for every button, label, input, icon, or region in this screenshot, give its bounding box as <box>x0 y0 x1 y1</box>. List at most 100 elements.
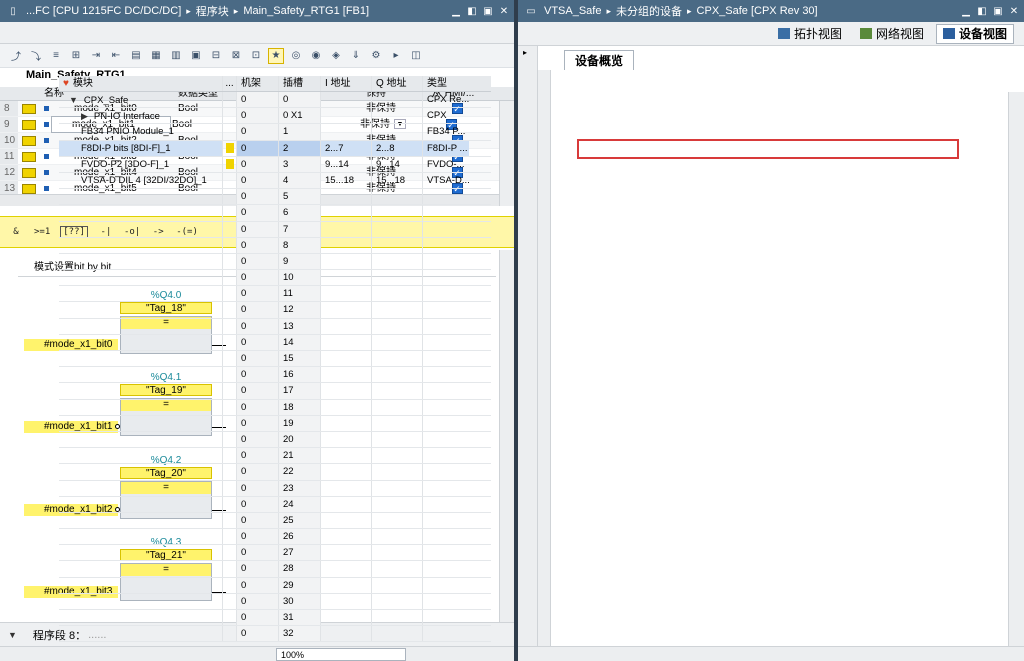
tab-device-overview[interactable]: 设备概览 <box>564 50 635 70</box>
module-rack[interactable]: 0 <box>237 561 279 577</box>
module-i-address[interactable] <box>321 302 372 318</box>
module-name[interactable] <box>59 318 223 334</box>
module-i-address[interactable] <box>321 253 372 270</box>
module-i-address[interactable] <box>321 270 372 286</box>
module-name[interactable]: ▼ CPX_Safe <box>59 92 223 108</box>
module-type[interactable]: FVDO-... <box>423 157 469 172</box>
module-row[interactable]: 0 14 <box>59 334 491 351</box>
tab-device-view[interactable]: 设备视图 <box>935 23 1014 44</box>
module-q-address[interactable] <box>372 593 423 609</box>
monitor-icon[interactable]: ◎ <box>288 48 304 64</box>
module-type[interactable] <box>423 254 469 269</box>
module-q-address[interactable] <box>372 448 423 464</box>
breadcrumb-item[interactable]: 未分组的设备 <box>616 3 682 19</box>
module-type[interactable] <box>423 416 469 431</box>
module-type[interactable] <box>423 545 469 560</box>
module-q-address[interactable] <box>372 302 423 318</box>
module-q-address[interactable] <box>372 431 423 448</box>
module-row[interactable]: ▼ CPX_Safe 0 0 CPX Re... <box>59 92 491 109</box>
module-q-address[interactable] <box>372 610 423 626</box>
module-row[interactable]: 0 21 <box>59 448 491 465</box>
module-q-address[interactable] <box>372 205 423 221</box>
module-type[interactable] <box>423 513 469 528</box>
module-row[interactable]: 0 31 <box>59 610 491 627</box>
module-i-address[interactable] <box>321 399 372 415</box>
module-i-address[interactable]: 2...7 <box>321 140 372 156</box>
module-row[interactable]: 09 <box>59 253 491 271</box>
module-i-address[interactable] <box>321 205 372 221</box>
module-type[interactable] <box>423 383 469 398</box>
module-type[interactable] <box>423 594 469 609</box>
module-slot[interactable]: 9 <box>279 253 321 270</box>
pin-icon[interactable]: ▯ <box>6 6 20 17</box>
breadcrumb-item[interactable]: CPX_Safe [CPX Rev 30] <box>697 5 818 17</box>
module-slot[interactable]: 17 <box>279 383 321 399</box>
module-rack[interactable]: 0 <box>237 156 279 172</box>
module-type[interactable] <box>423 335 469 350</box>
module-row[interactable]: 0 32 <box>59 626 491 643</box>
module-type[interactable] <box>423 351 469 366</box>
module-rack[interactable]: 0 <box>237 108 279 124</box>
module-slot[interactable]: 30 <box>279 593 321 609</box>
module-name[interactable] <box>59 415 223 431</box>
minimize-icon[interactable]: ▁ <box>960 6 972 17</box>
module-i-address[interactable] <box>321 593 372 609</box>
module-i-address[interactable] <box>321 496 372 512</box>
module-q-address[interactable] <box>372 415 423 431</box>
module-name[interactable]: ▶ PN-IO Interface <box>59 108 223 124</box>
maximize-icon[interactable]: ▣ <box>482 6 494 17</box>
module-rack[interactable]: 0 <box>237 318 279 334</box>
module-name[interactable] <box>59 302 223 318</box>
module-q-address[interactable]: 15...18 <box>372 172 423 189</box>
module-type[interactable]: CPX <box>423 108 469 123</box>
comment-icon[interactable]: ▣ <box>188 48 204 64</box>
module-name[interactable]: F8DI-P bits [8DI-F]_1 <box>59 140 223 156</box>
module-i-address[interactable] <box>321 351 372 367</box>
module-rack[interactable]: 0 <box>237 593 279 609</box>
module-row[interactable]: FB34 PNIO Module_1 0 1 FB34 P... <box>59 124 491 141</box>
expand-down-icon[interactable]: ▼ <box>69 95 78 105</box>
module-type[interactable] <box>423 481 469 496</box>
module-slot[interactable]: 8 <box>279 237 321 253</box>
module-i-address[interactable] <box>321 545 372 561</box>
module-q-address[interactable] <box>372 480 423 496</box>
restore-icon[interactable]: ◧ <box>976 6 988 17</box>
module-row[interactable]: 0 10 <box>59 270 491 287</box>
module-type[interactable] <box>423 529 469 544</box>
module-rack[interactable]: 0 <box>237 399 279 415</box>
module-type[interactable] <box>423 238 469 253</box>
module-i-address[interactable] <box>321 431 372 448</box>
module-row[interactable]: 0 13 <box>59 318 491 335</box>
module-i-address[interactable] <box>321 237 372 253</box>
close-icon[interactable]: ✕ <box>498 6 510 17</box>
module-row[interactable]: F8DI-P bits [8DI-F]_1 0 2 2...7 2...8 F8DI-P … <box>59 140 491 157</box>
module-row[interactable]: 0 29 <box>59 577 491 594</box>
module-rack[interactable]: 0 <box>237 480 279 496</box>
module-name[interactable]: FB34 PNIO Module_1 <box>59 124 223 140</box>
module-i-address[interactable] <box>321 108 372 124</box>
module-slot[interactable]: 7 <box>279 221 321 237</box>
module-name[interactable] <box>59 205 223 221</box>
module-slot[interactable]: 6 <box>279 205 321 221</box>
module-name[interactable] <box>59 480 223 496</box>
module-row[interactable]: 0 26 <box>59 529 491 546</box>
module-rack[interactable]: 0 <box>237 464 279 480</box>
module-slot[interactable]: 13 <box>279 318 321 334</box>
module-name[interactable] <box>59 237 223 253</box>
module-row[interactable]: 0 18 <box>59 399 491 416</box>
module-type[interactable] <box>423 578 469 593</box>
module-row[interactable]: 0 20 <box>59 431 491 449</box>
module-i-address[interactable] <box>321 286 372 302</box>
module-name[interactable] <box>59 351 223 367</box>
module-row[interactable]: 0 30 <box>59 593 491 610</box>
module-rack[interactable]: 0 <box>237 253 279 270</box>
breadcrumb-item[interactable]: Main_Safety_RTG1 [FB1] <box>243 5 369 17</box>
module-type[interactable] <box>423 610 469 625</box>
module-rack[interactable]: 0 <box>237 172 279 189</box>
minimize-icon[interactable]: ▁ <box>450 6 462 17</box>
module-rack[interactable]: 0 <box>237 140 279 156</box>
module-row[interactable]: 0 22 <box>59 464 491 481</box>
module-q-address[interactable] <box>372 383 423 399</box>
module-i-address[interactable] <box>321 189 372 205</box>
module-rack[interactable]: 0 <box>237 431 279 448</box>
